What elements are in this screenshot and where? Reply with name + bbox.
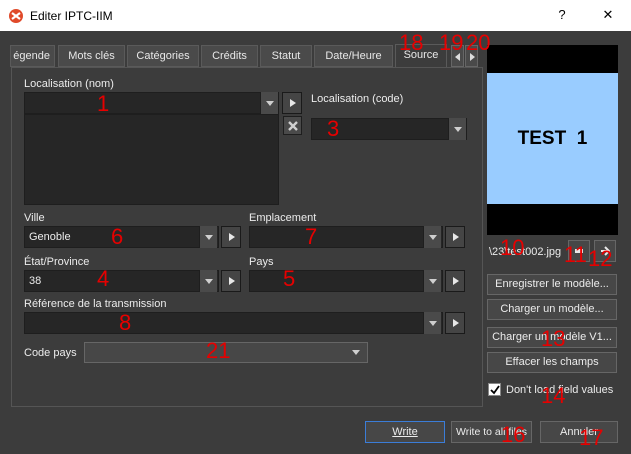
annotation-10: 10 <box>500 235 525 260</box>
reference-transmission-combobox[interactable] <box>24 312 443 334</box>
close-button[interactable]: ✕ <box>597 5 619 25</box>
annotation-17: 17 <box>579 425 604 450</box>
annotation-16: 16 <box>501 422 526 447</box>
localisation-nom-label: Localisation (nom) <box>24 78 114 90</box>
annotation-5: 5 <box>283 266 296 291</box>
play-arrow-icon[interactable] <box>445 270 465 292</box>
title-bar: Editer IPTC-IIM ? ✕ <box>0 0 631 31</box>
play-arrow-icon[interactable] <box>445 312 465 334</box>
app-icon <box>9 9 23 23</box>
clear-fields-button[interactable]: Effacer les champs <box>487 352 617 373</box>
etat-province-label: État/Province <box>24 256 90 268</box>
tab-date-heure[interactable]: Date/Heure <box>314 45 393 67</box>
annotation-19: 19 <box>439 30 464 55</box>
write-button[interactable]: Write <box>365 421 445 443</box>
pays-label: Pays <box>249 256 274 268</box>
image-preview-frame: TEST 1 <box>487 45 618 235</box>
annotation-11: 11 <box>564 242 587 267</box>
image-preview: TEST 1 <box>487 73 618 204</box>
annotation-3: 3 <box>327 116 340 141</box>
play-arrow-icon[interactable] <box>221 270 241 292</box>
dropdown-arrow-icon[interactable] <box>260 92 278 114</box>
reference-transmission-label: Référence de la transmission <box>24 298 167 310</box>
emplacement-combobox[interactable] <box>249 226 443 248</box>
localisation-code-label: Localisation (code) <box>311 93 404 105</box>
load-template-button[interactable]: Charger un modèle... <box>487 299 617 320</box>
clear-location-button[interactable] <box>283 116 302 135</box>
dont-load-checkbox[interactable] <box>488 383 501 396</box>
localisation-nom-list[interactable] <box>24 114 279 205</box>
code-pays-label: Code pays <box>24 347 77 359</box>
etat-province-combobox[interactable]: 38 <box>24 270 219 292</box>
annotation-12: 12 <box>588 246 613 271</box>
annotation-8: 8 <box>119 310 132 335</box>
tab-credits[interactable]: Crédits <box>201 45 258 67</box>
annotation-1: 1 <box>97 91 110 116</box>
annotation-21: 21 <box>206 338 231 363</box>
dropdown-arrow-icon[interactable] <box>423 226 441 248</box>
play-arrow-icon[interactable] <box>221 226 241 248</box>
dropdown-arrow-icon[interactable] <box>423 312 441 334</box>
annotation-7: 7 <box>305 224 318 249</box>
tab-statut[interactable]: Statut <box>260 45 312 67</box>
annotation-20: 20 <box>466 30 491 55</box>
emplacement-label: Emplacement <box>249 212 317 224</box>
checkmark-icon <box>490 385 500 395</box>
tab-legende[interactable]: égende <box>10 45 55 67</box>
window-title: Editer IPTC-IIM <box>30 9 113 23</box>
tab-mots-cles[interactable]: Mots clés <box>58 45 125 67</box>
annotation-6: 6 <box>111 224 124 249</box>
dropdown-arrow-icon <box>352 350 360 355</box>
play-arrow-icon[interactable] <box>282 92 302 114</box>
clear-x-icon <box>288 121 298 131</box>
ville-label: Ville <box>24 212 45 224</box>
pays-combobox[interactable] <box>249 270 443 292</box>
save-template-button[interactable]: Enregistrer le modèle... <box>487 274 617 295</box>
dropdown-arrow-icon[interactable] <box>423 270 441 292</box>
localisation-nom-combobox[interactable] <box>24 92 279 114</box>
annotation-14: 14 <box>541 383 566 408</box>
tab-categories[interactable]: Catégories <box>127 45 199 67</box>
dropdown-arrow-icon[interactable] <box>199 270 217 292</box>
dropdown-arrow-icon[interactable] <box>199 226 217 248</box>
annotation-13: 13 <box>541 326 566 351</box>
play-arrow-icon[interactable] <box>445 226 465 248</box>
dropdown-arrow-icon[interactable] <box>448 118 466 140</box>
image-preview-text: TEST 1 <box>517 128 588 149</box>
annotation-18: 18 <box>399 30 424 55</box>
help-button[interactable]: ? <box>551 5 573 25</box>
annotation-4: 4 <box>97 266 110 291</box>
